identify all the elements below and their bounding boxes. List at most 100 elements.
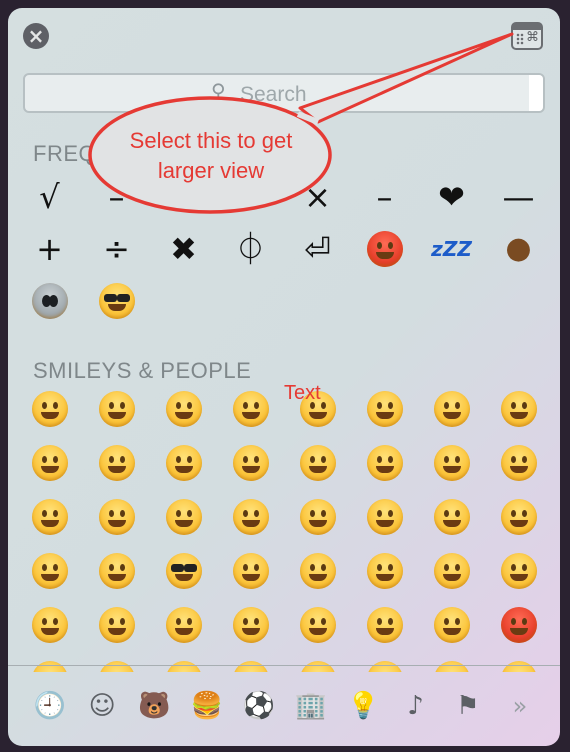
smiley-cell[interactable] xyxy=(485,436,552,490)
emoji-cell[interactable]: – xyxy=(351,168,418,226)
tab-animals-bear-icon[interactable]: 🐻 xyxy=(134,686,174,726)
smiley-cell[interactable] xyxy=(351,490,418,544)
divide-icon[interactable]: ÷ xyxy=(83,220,150,278)
smiley-icon xyxy=(299,445,336,481)
category-bar-divider xyxy=(8,665,560,666)
poop-icon[interactable]: ● xyxy=(485,220,552,278)
smiley-cell[interactable] xyxy=(284,436,351,490)
smiley-cell[interactable] xyxy=(485,490,552,544)
tab-food-burger-icon[interactable]: 🍔 xyxy=(187,686,227,726)
callout-text: Select this to get larger view xyxy=(98,126,324,186)
alien-icon[interactable] xyxy=(16,272,83,330)
smiley-cell[interactable] xyxy=(418,544,485,598)
smiley-cell[interactable] xyxy=(284,652,351,672)
smiley-cell[interactable] xyxy=(83,436,150,490)
smiley-cell[interactable] xyxy=(150,382,217,436)
smiley-cell[interactable] xyxy=(150,598,217,652)
smiley-cell[interactable] xyxy=(16,382,83,436)
emoji-cell[interactable]: — xyxy=(485,168,552,226)
sunglasses-face-icon[interactable] xyxy=(83,272,150,330)
smiley-cell[interactable] xyxy=(485,652,552,672)
smiley-icon xyxy=(31,499,68,535)
smiley-cell[interactable] xyxy=(284,544,351,598)
smiley-icon xyxy=(31,391,68,427)
tab-travel-building-icon[interactable]: 🏢 xyxy=(291,686,331,726)
smiley-cell[interactable] xyxy=(83,598,150,652)
smiley-icon xyxy=(98,661,135,672)
smiley-cell[interactable] xyxy=(83,490,150,544)
smiley-icon xyxy=(500,661,537,672)
tab-activity-ball-icon[interactable]: ⚽ xyxy=(239,686,279,726)
character-viewer-button[interactable]: ⌘ xyxy=(511,22,543,50)
smiley-cell[interactable] xyxy=(150,652,217,672)
smiley-cell[interactable] xyxy=(217,598,284,652)
angry-face-icon[interactable] xyxy=(351,220,418,278)
zzz-icon[interactable]: zZZ xyxy=(418,220,485,278)
smiley-cell[interactable] xyxy=(83,652,150,672)
search-field[interactable]: ⚲ Search xyxy=(23,73,545,113)
smiley-cell[interactable] xyxy=(351,598,418,652)
smiley-cell[interactable] xyxy=(485,598,552,652)
smiley-cell[interactable] xyxy=(418,436,485,490)
tab-frequently-used-clock-icon[interactable]: 🕘 xyxy=(30,686,70,726)
smiley-cell[interactable] xyxy=(16,490,83,544)
smiley-cell[interactable] xyxy=(217,436,284,490)
callout-line-2: larger view xyxy=(157,158,265,183)
smiley-cell[interactable] xyxy=(485,544,552,598)
heart-icon[interactable]: ❤ xyxy=(418,168,485,226)
smiley-cell[interactable] xyxy=(16,544,83,598)
tab-smileys-face-icon[interactable]: ☺ xyxy=(82,686,122,726)
smiley-cell[interactable] xyxy=(418,382,485,436)
tab-objects-lightbulb-icon[interactable]: 💡 xyxy=(343,686,383,726)
section-title-frequent: FREQ xyxy=(33,141,97,166)
smiley-cell[interactable] xyxy=(83,544,150,598)
smiley-icon xyxy=(500,445,537,481)
frequent-grid-row3 xyxy=(16,272,552,330)
smiley-cell[interactable] xyxy=(150,544,217,598)
tab-more-chevron-icon[interactable]: » xyxy=(500,686,540,726)
smiley-cell[interactable] xyxy=(418,598,485,652)
smiley-icon xyxy=(433,661,470,672)
smiley-cell[interactable] xyxy=(351,382,418,436)
frequent-grid-row2: + ÷ ✖ ⏀ ⏎ zZZ ● xyxy=(16,220,552,278)
smiley-cell[interactable] xyxy=(150,490,217,544)
smiley-cell[interactable] xyxy=(217,490,284,544)
smiley-cell[interactable] xyxy=(351,652,418,672)
command-icon: ⌘ xyxy=(526,30,539,45)
smiley-cell[interactable] xyxy=(16,598,83,652)
close-button[interactable]: × xyxy=(23,23,49,49)
smiley-icon xyxy=(232,499,269,535)
smiley-cell[interactable] xyxy=(485,382,552,436)
smiley-icon xyxy=(232,661,269,672)
smiley-cell[interactable] xyxy=(16,652,83,672)
emoji-cell[interactable]: √ xyxy=(16,168,83,226)
smiley-cell[interactable] xyxy=(418,652,485,672)
smiley-icon xyxy=(366,445,403,481)
multiply-icon[interactable]: ✖ xyxy=(150,220,217,278)
smiley-cell[interactable] xyxy=(284,598,351,652)
smiley-cell[interactable] xyxy=(217,382,284,436)
smiley-cell[interactable] xyxy=(150,436,217,490)
smiley-cell[interactable] xyxy=(16,436,83,490)
smiley-icon xyxy=(165,445,202,481)
smiley-cell[interactable] xyxy=(83,382,150,436)
smiley-cell[interactable] xyxy=(217,544,284,598)
smiley-icon xyxy=(165,661,202,672)
circled-bar-icon[interactable]: ⏀ xyxy=(217,220,284,278)
emoji-picker-panel: × ⌘ ⚲ Search FREQ √ – × – ❤ — + ÷ ✖ ⏀ ⏎ … xyxy=(8,8,560,746)
smiley-icon xyxy=(98,499,135,535)
tab-flags-flag-icon[interactable]: ⚑ xyxy=(448,686,488,726)
smiley-cell[interactable] xyxy=(217,652,284,672)
smiley-cell[interactable] xyxy=(418,490,485,544)
smiley-icon xyxy=(31,553,68,589)
smiley-cell[interactable] xyxy=(351,436,418,490)
smiley-icon xyxy=(366,607,403,643)
section-title-smileys: SMILEYS & PEOPLE xyxy=(33,358,252,383)
smiley-icon xyxy=(232,445,269,481)
return-arrow-icon[interactable]: ⏎ xyxy=(284,220,351,278)
smiley-cell[interactable] xyxy=(351,544,418,598)
tab-symbols-icon[interactable]: ♪ xyxy=(396,686,436,726)
smiley-cell[interactable] xyxy=(284,490,351,544)
plus-icon[interactable]: + xyxy=(16,220,83,278)
smiley-icon xyxy=(433,553,470,589)
